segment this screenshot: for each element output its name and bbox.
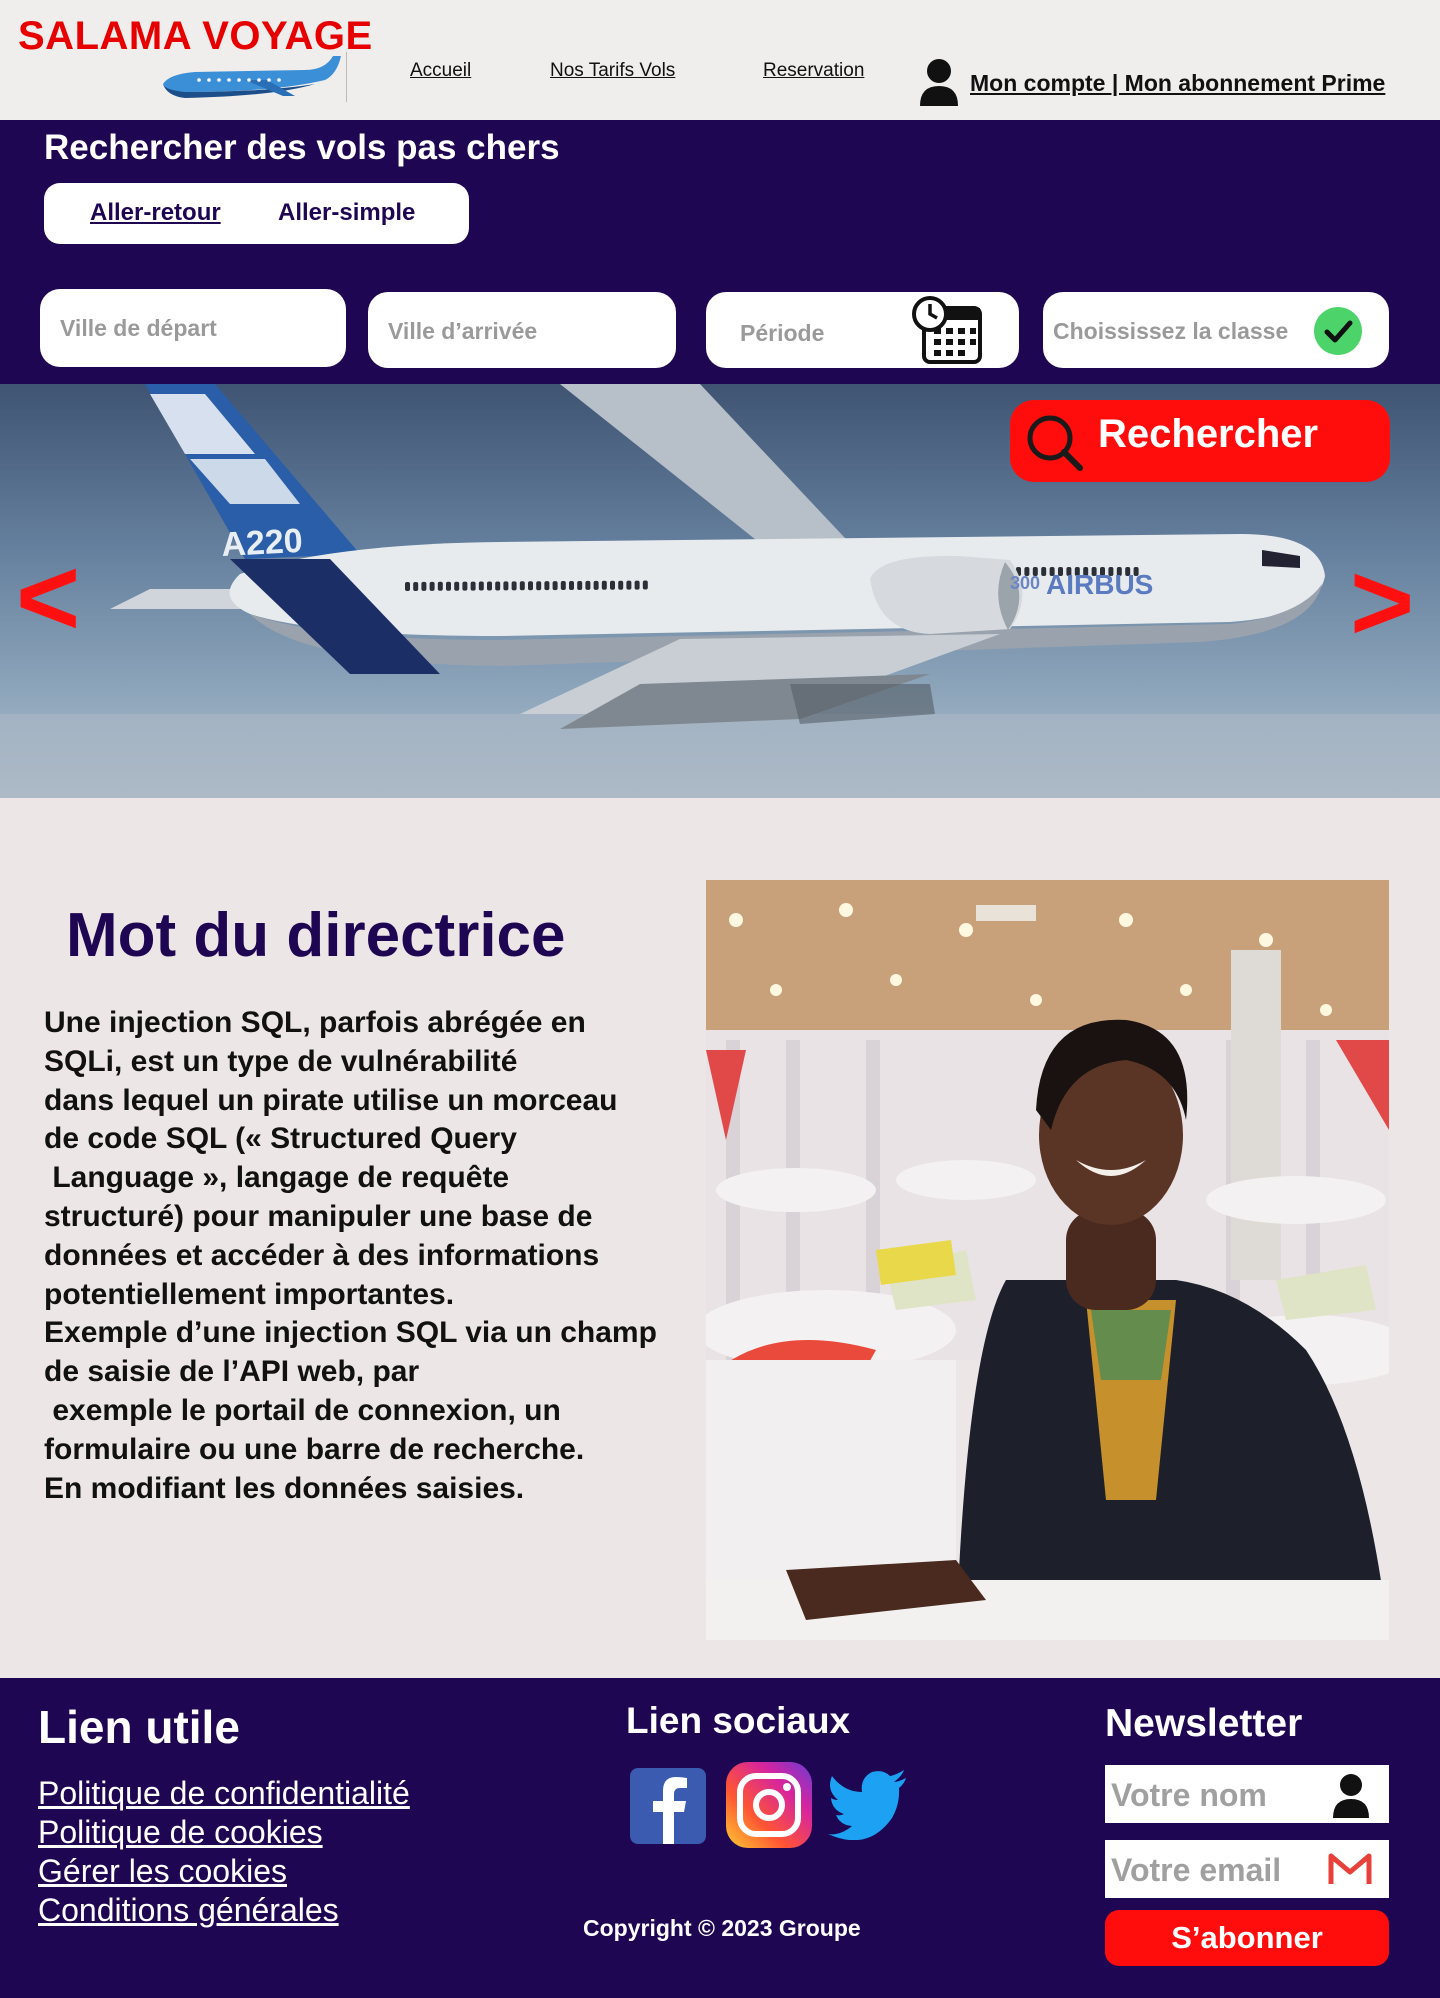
subscribe-button-label: S’abonner <box>1171 1920 1323 1955</box>
newsletter-name-input[interactable]: Votre nom <box>1105 1765 1389 1823</box>
search-button[interactable]: Rechercher <box>1010 400 1390 482</box>
trip-one-way-tab[interactable]: Aller-simple <box>278 199 415 227</box>
terms-link[interactable]: Conditions générales <box>38 1892 339 1929</box>
travel-class-select[interactable]: Choississez la classe <box>1043 292 1389 368</box>
nav-tarifs-vols[interactable]: Nos Tarifs Vols <box>550 60 675 82</box>
nav-accueil[interactable]: Accueil <box>410 60 471 82</box>
trip-type-toggle: Aller-retour Aller-simple <box>44 183 469 244</box>
email-placeholder: Votre email <box>1111 1852 1282 1888</box>
director-message-text: Une injection SQL, parfois abrégée en SQ… <box>44 1004 704 1508</box>
tail-marking-a220: A220 <box>220 522 303 564</box>
message-line: SQLi, est un type de vulnérabilité <box>44 1044 518 1078</box>
privacy-policy-link[interactable]: Politique de confidentialité <box>38 1775 410 1812</box>
useful-links-title: Lien utile <box>38 1701 240 1753</box>
carousel-prev-arrow[interactable]: < <box>16 534 80 661</box>
message-line: structuré) pour manipuler une base de <box>44 1199 593 1233</box>
message-line: Une injection SQL, parfois abrégée en <box>44 1006 586 1039</box>
carousel-next-arrow[interactable]: > <box>1350 539 1414 666</box>
message-line: données et accéder à des informations <box>44 1238 600 1272</box>
fuselage-marking-airbus: AIRBUS <box>1046 569 1153 600</box>
trip-round-trip-tab[interactable]: Aller-retour <box>90 199 221 227</box>
message-line: En modifiant les données saisies. <box>44 1471 525 1505</box>
user-icon <box>1333 1774 1369 1818</box>
message-line: de saisie de l’API web, par <box>44 1355 420 1389</box>
director-message-title: Mot du directrice <box>66 901 566 970</box>
class-placeholder: Choississez la classe <box>1053 318 1289 344</box>
period-field[interactable]: Période <box>706 292 1019 368</box>
nav-reservation[interactable]: Reservation <box>763 60 864 82</box>
fuselage-marking-300: 300 <box>1010 573 1040 593</box>
check-icon <box>1314 307 1362 355</box>
facebook-icon[interactable] <box>630 1768 706 1844</box>
departure-city-field[interactable]: Ville de départ <box>40 289 346 367</box>
message-line: Language », langage de requête <box>44 1161 510 1195</box>
subscribe-button[interactable]: S’abonner <box>1105 1910 1389 1966</box>
copyright-text: Copyright © 2023 Groupe <box>583 1915 861 1941</box>
message-line: exemple le portail de connexion, un <box>44 1393 561 1427</box>
newsletter-email-input[interactable]: Votre email <box>1105 1840 1389 1898</box>
site-header: SALAMA VOYAGE Accueil Nos Tarifs Vols Re… <box>0 0 1440 120</box>
departure-placeholder: Ville de départ <box>60 315 217 341</box>
airplane-logo-icon <box>163 56 341 98</box>
twitter-icon[interactable] <box>828 1770 908 1840</box>
period-placeholder: Période <box>740 320 825 346</box>
manage-cookies-link[interactable]: Gérer les cookies <box>38 1853 287 1890</box>
account-link[interactable]: Mon compte | Mon abonnement Prime <box>918 58 1385 108</box>
newsletter-title: Newsletter <box>1105 1702 1303 1745</box>
message-line: Exemple d’une injection SQL via un champ <box>44 1316 657 1350</box>
message-line: de code SQL (« Structured Query <box>44 1122 517 1156</box>
arrival-placeholder: Ville d’arrivée <box>388 318 538 344</box>
social-links-title: Lien sociaux <box>626 1700 851 1741</box>
calendar-icon <box>912 296 982 364</box>
arrival-city-field[interactable]: Ville d’arrivée <box>368 292 676 368</box>
director-photo <box>706 880 1389 1640</box>
search-icon <box>1027 415 1083 471</box>
message-line: potentiellement importantes. <box>44 1277 455 1311</box>
mail-icon <box>1328 1853 1372 1885</box>
search-title: Rechercher des vols pas chers <box>44 128 560 167</box>
search-button-label: Rechercher <box>1098 412 1319 456</box>
name-placeholder: Votre nom <box>1111 1777 1267 1813</box>
instagram-icon[interactable] <box>726 1762 812 1848</box>
brand-divider <box>346 52 347 102</box>
user-icon <box>920 59 958 106</box>
message-line: formulaire ou une barre de recherche. <box>44 1432 585 1466</box>
account-label: Mon compte | Mon abonnement Prime <box>970 69 1386 96</box>
message-line: dans lequel un pirate utilise un morceau <box>44 1083 618 1117</box>
cookie-policy-link[interactable]: Politique de cookies <box>38 1814 323 1851</box>
